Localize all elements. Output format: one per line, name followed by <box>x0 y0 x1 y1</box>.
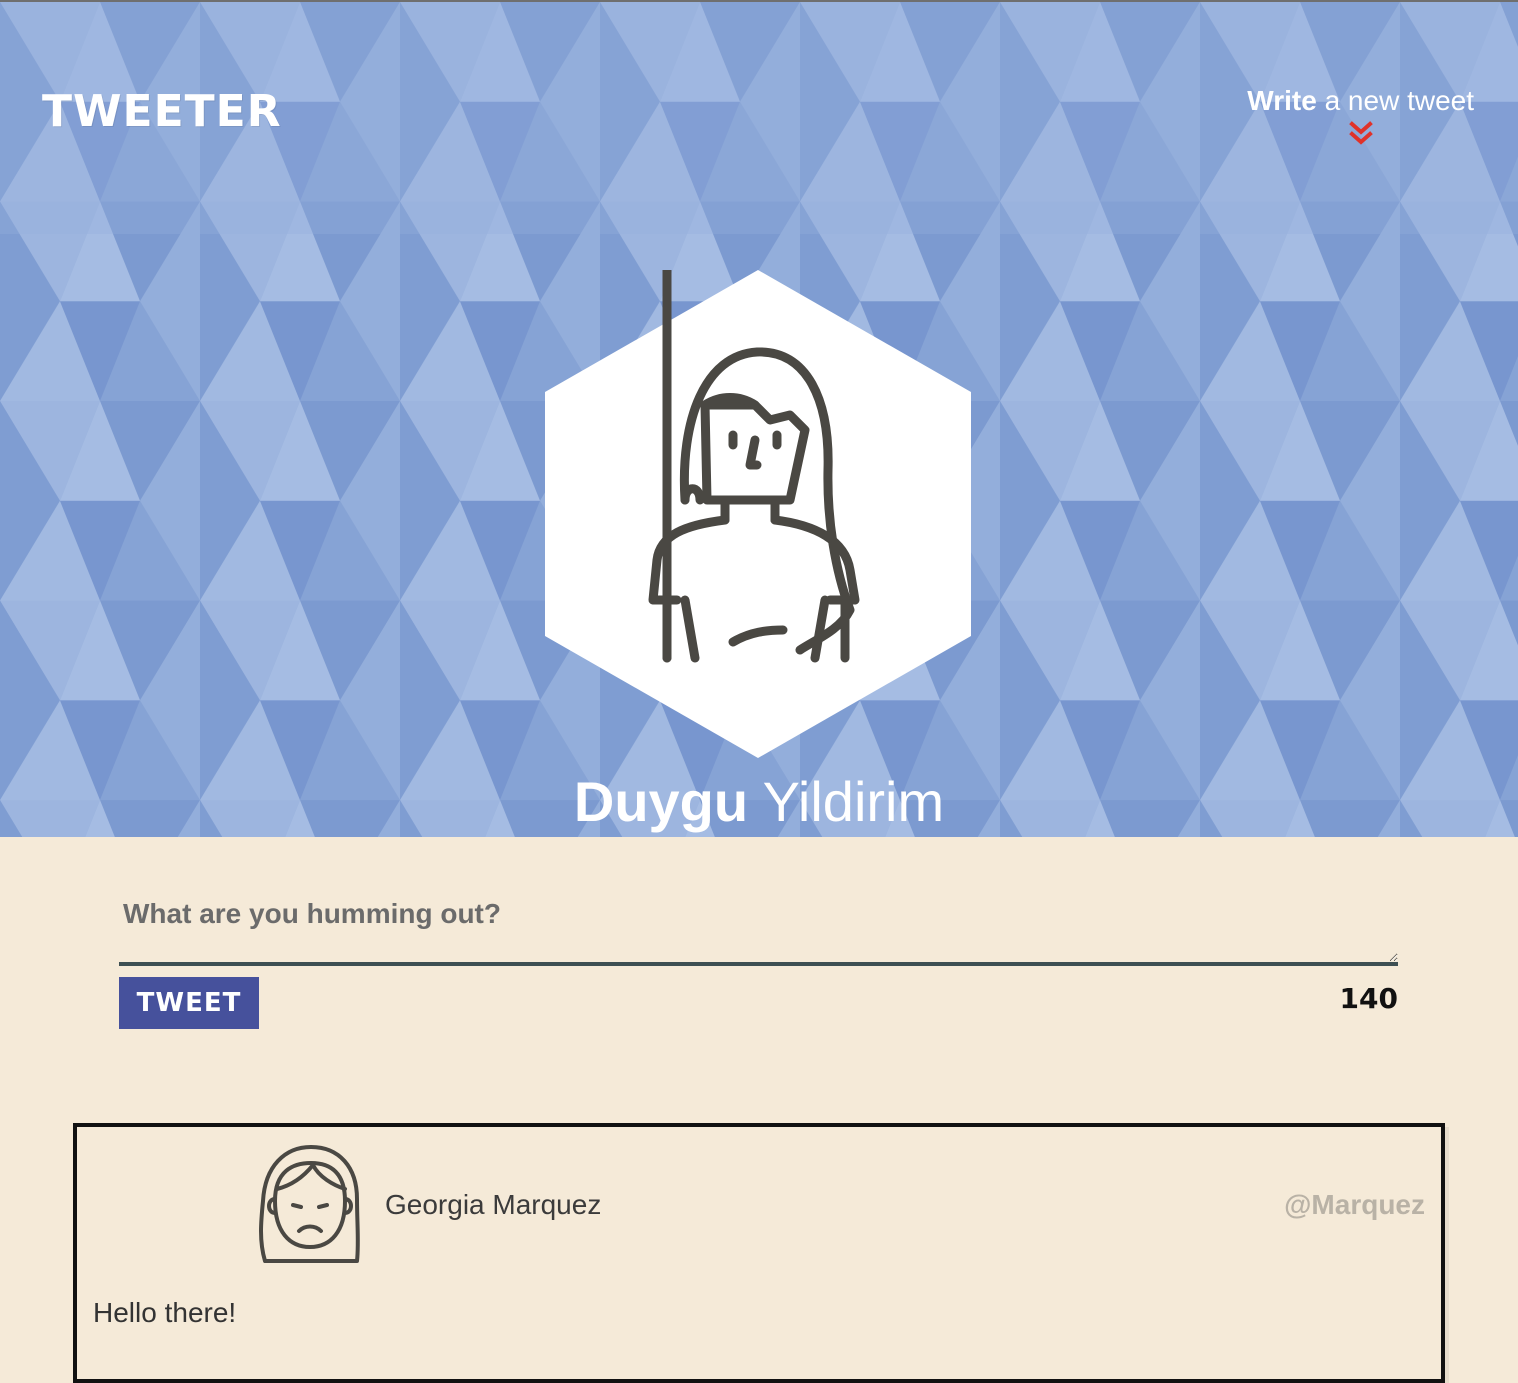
write-new-tweet-toggle[interactable]: Write a new tweet <box>1247 85 1474 147</box>
tweet-author-handle[interactable]: @Marquez <box>1284 1189 1425 1221</box>
tweet-card: Georgia Marquez @Marquez Hello there! <box>73 1123 1445 1383</box>
tweet-content: Hello there! <box>93 1297 237 1328</box>
tweet-textarea[interactable] <box>119 880 1398 966</box>
write-label-strong: Write <box>1247 85 1317 116</box>
navbar: TWEETER Write a new tweet <box>0 2 1518 234</box>
character-counter: 140 <box>1339 982 1398 1015</box>
person-avatar-icon <box>259 1145 360 1263</box>
write-label-rest: a new tweet <box>1316 85 1474 116</box>
tweet-author-name[interactable]: Georgia Marquez <box>385 1189 601 1221</box>
write-new-tweet-label[interactable]: Write a new tweet <box>1247 85 1474 117</box>
profile-first-name: Duygu <box>573 770 749 833</box>
profile-header: TWEETER Write a new tweet Duygu Yildirim <box>0 0 1518 837</box>
brand-logo[interactable]: TWEETER <box>42 90 282 134</box>
new-tweet-form: TWEET 140 <box>119 880 1398 1030</box>
tweet-button[interactable]: TWEET <box>119 977 259 1029</box>
compose-actions: TWEET 140 <box>119 974 1398 1030</box>
profile-name: Duygu Yildirim <box>0 770 1518 834</box>
double-chevron-down-icon[interactable] <box>1348 120 1374 147</box>
profile-avatar <box>545 270 971 758</box>
profile-last-name: Yildirim <box>762 770 945 833</box>
